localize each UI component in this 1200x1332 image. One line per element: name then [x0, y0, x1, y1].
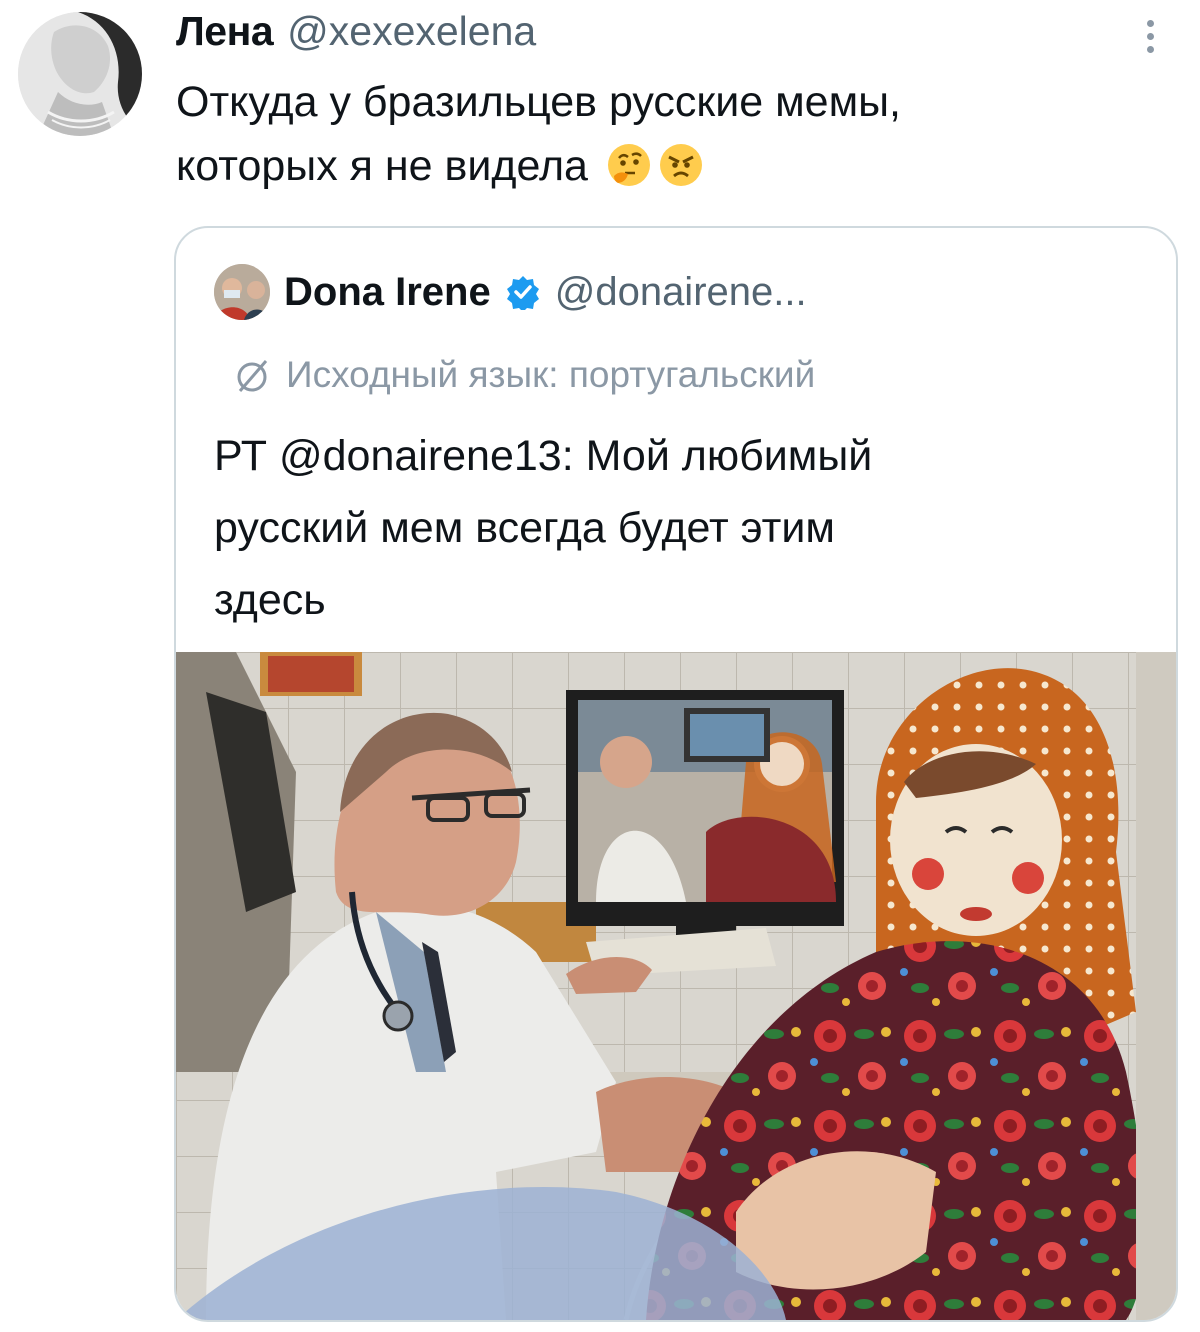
quoted-text-line: РТ @donairene13: Мой любимый [214, 432, 873, 480]
author-avatar[interactable] [18, 12, 142, 136]
tweet-text-line: Откуда у бразильцев русские мемы, [176, 78, 901, 126]
more-options-icon[interactable] [1132, 20, 1168, 60]
tweet-text-line-with-emoji: которых я не видела [176, 134, 1136, 198]
tweet-text-line: которых я не видела [176, 142, 588, 190]
quoted-author-name[interactable]: Dona Irene [284, 270, 491, 315]
translate-icon [237, 360, 268, 392]
verified-badge-icon [506, 276, 539, 310]
author-name[interactable]: Лена [176, 8, 274, 55]
thinking-face-icon [607, 144, 650, 186]
quoted-author-avatar[interactable] [214, 264, 270, 320]
angry-face-icon [659, 144, 702, 186]
tweet-text: Откуда у бразильцев русские мемы, которы… [176, 70, 1136, 198]
quoted-text-line: русский мем всегда будет этим [214, 504, 835, 552]
quoted-tweet-text: РТ @donairene13: Мой любимый русский мем… [214, 420, 1114, 636]
tweet-header: Лена @xexexelena [176, 8, 536, 58]
quoted-tweet-photo[interactable] [176, 652, 1176, 1320]
quoted-tweet-header: Dona Irene @donairene... [214, 264, 807, 320]
quoted-author-handle[interactable]: @donairene... [555, 270, 807, 315]
quoted-text-line: здесь [214, 576, 326, 624]
translation-label: Исходный язык: португальский [286, 354, 816, 395]
quoted-tweet-card[interactable]: Dona Irene @donairene... Исходный язык: … [174, 226, 1178, 1322]
author-handle[interactable]: @xexexelena [287, 8, 536, 55]
translation-notice[interactable]: Исходный язык: португальский [232, 354, 815, 396]
